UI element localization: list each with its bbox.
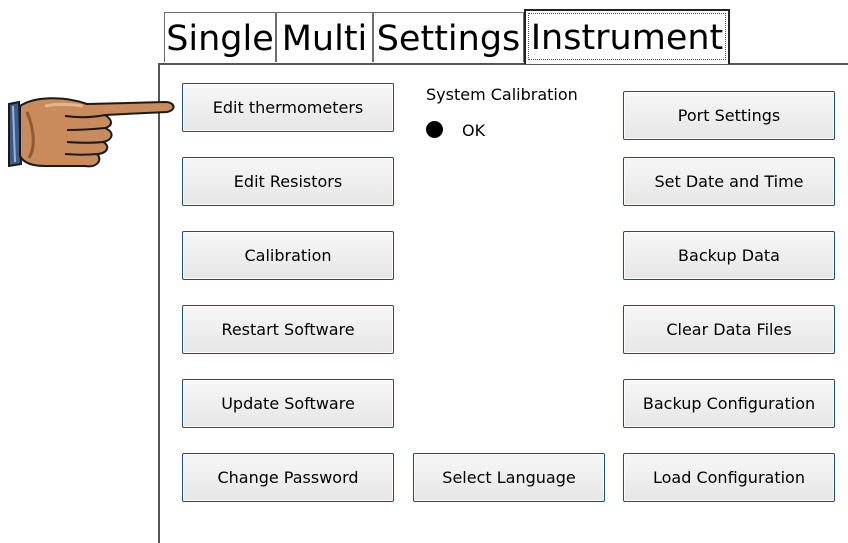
tab-instrument[interactable]: Instrument xyxy=(524,9,730,64)
port-settings-button[interactable]: Port Settings xyxy=(623,91,835,140)
tab-settings[interactable]: Settings xyxy=(373,12,524,62)
backup-data-button[interactable]: Backup Data xyxy=(623,231,835,280)
edit-thermometers-button[interactable]: Edit thermometers xyxy=(182,83,394,132)
select-language-button[interactable]: Select Language xyxy=(413,453,605,502)
tab-single[interactable]: Single xyxy=(164,12,276,62)
change-password-button[interactable]: Change Password xyxy=(182,453,394,502)
restart-software-button[interactable]: Restart Software xyxy=(182,305,394,354)
update-software-button[interactable]: Update Software xyxy=(182,379,394,428)
calibration-status-text: OK xyxy=(462,121,486,140)
clear-data-files-button[interactable]: Clear Data Files xyxy=(623,305,835,354)
load-configuration-button[interactable]: Load Configuration xyxy=(623,453,835,502)
calibration-button[interactable]: Calibration xyxy=(182,231,394,280)
pointing-hand-icon xyxy=(8,97,175,168)
edit-resistors-button[interactable]: Edit Resistors xyxy=(182,157,394,206)
system-calibration-label: System Calibration xyxy=(426,85,578,104)
set-date-time-button[interactable]: Set Date and Time xyxy=(623,157,835,206)
tab-multi[interactable]: Multi xyxy=(276,12,373,62)
backup-configuration-button[interactable]: Backup Configuration xyxy=(623,379,835,428)
status-dot-icon xyxy=(426,121,443,138)
